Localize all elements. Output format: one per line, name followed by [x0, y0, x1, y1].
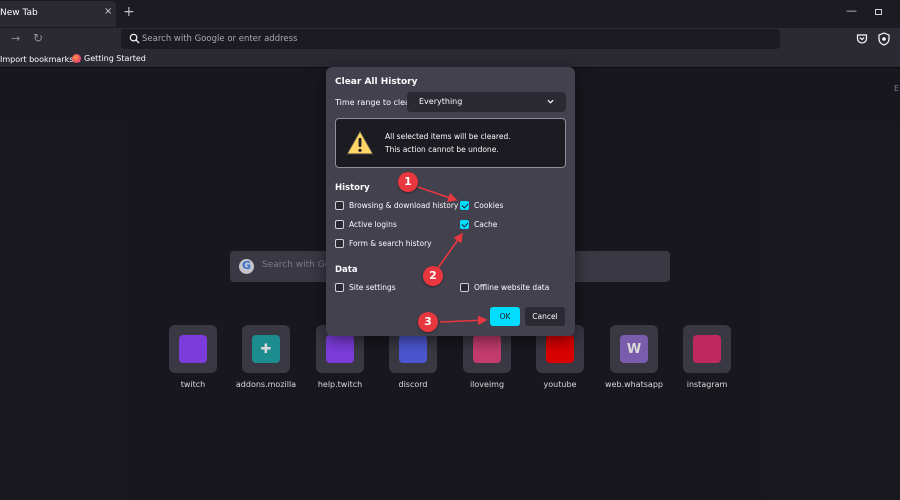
- annotation-badge-1: 1: [398, 172, 418, 192]
- checkbox-offline-website-data[interactable]: Offline website data: [460, 283, 549, 292]
- time-range-label: Time range to clear:: [335, 98, 416, 107]
- annotation-badge-3: 3: [418, 312, 438, 332]
- checkbox-label: Browsing & download history: [349, 201, 459, 210]
- time-range-value: Everything: [419, 97, 463, 106]
- minimize-icon[interactable]: —: [846, 4, 857, 17]
- reload-button[interactable]: ↻: [33, 31, 43, 45]
- extension-shield-icon[interactable]: [878, 32, 890, 46]
- checkbox-label: Offline website data: [474, 283, 550, 292]
- checkbox-label: Cache: [474, 220, 498, 229]
- tab-new-tab[interactable]: New Tab ×: [0, 1, 116, 27]
- checkbox-label: Form & search history: [349, 239, 432, 248]
- address-bar[interactable]: [121, 29, 780, 49]
- annotation-badge-2: 2: [423, 266, 443, 286]
- cancel-button[interactable]: Cancel: [525, 307, 565, 326]
- warning-icon: [346, 130, 374, 155]
- checkbox-box[interactable]: [335, 201, 344, 210]
- checkbox-browsing-history[interactable]: Browsing & download history: [335, 201, 458, 210]
- forward-button[interactable]: →: [11, 32, 20, 45]
- warning-line-1: All selected items will be cleared.: [385, 132, 511, 141]
- data-heading: Data: [335, 265, 358, 275]
- new-tab-button[interactable]: +: [123, 4, 135, 20]
- navigation-toolbar: → ↻: [0, 28, 900, 52]
- bookmarks-toolbar: Import bookmarks... Getting Started: [0, 52, 900, 68]
- checkbox-label: Site settings: [349, 283, 396, 292]
- restore-window-icon[interactable]: [875, 9, 882, 15]
- getting-started-bookmark[interactable]: Getting Started: [72, 54, 146, 63]
- ok-button[interactable]: OK: [490, 307, 520, 326]
- import-bookmarks-link[interactable]: Import bookmarks...: [0, 55, 81, 64]
- checkbox-box[interactable]: [460, 283, 469, 292]
- checkbox-form-search-history[interactable]: Form & search history: [335, 239, 432, 248]
- history-heading: History: [335, 183, 370, 193]
- address-input[interactable]: [142, 31, 742, 47]
- checkbox-box[interactable]: [335, 220, 344, 229]
- close-tab-icon[interactable]: ×: [104, 6, 112, 17]
- pocket-icon[interactable]: [856, 33, 868, 45]
- clear-history-dialog: Clear All History Time range to clear: E…: [326, 67, 575, 336]
- checkbox-box[interactable]: [335, 283, 344, 292]
- warning-box: All selected items will be cleared. This…: [335, 118, 566, 168]
- checkbox-box-checked[interactable]: [460, 220, 469, 229]
- checkbox-label: Active logins: [349, 220, 397, 229]
- checkbox-cookies[interactable]: Cookies: [460, 201, 503, 210]
- checkbox-box-checked[interactable]: [460, 201, 469, 210]
- checkbox-label: Cookies: [474, 201, 504, 210]
- checkbox-site-settings[interactable]: Site settings: [335, 283, 396, 292]
- checkbox-box[interactable]: [335, 239, 344, 248]
- search-icon: [129, 33, 140, 44]
- getting-started-label: Getting Started: [84, 54, 146, 63]
- firefox-icon: [72, 54, 81, 63]
- chevron-down-icon: [547, 99, 554, 104]
- time-range-select[interactable]: Everything: [407, 92, 566, 112]
- warning-line-2: This action cannot be undone.: [385, 145, 499, 154]
- dialog-title: Clear All History: [335, 77, 418, 87]
- tab-strip: New Tab × + —: [0, 0, 900, 28]
- checkbox-active-logins[interactable]: Active logins: [335, 220, 397, 229]
- tab-title: New Tab: [0, 8, 38, 18]
- checkbox-cache[interactable]: Cache: [460, 220, 497, 229]
